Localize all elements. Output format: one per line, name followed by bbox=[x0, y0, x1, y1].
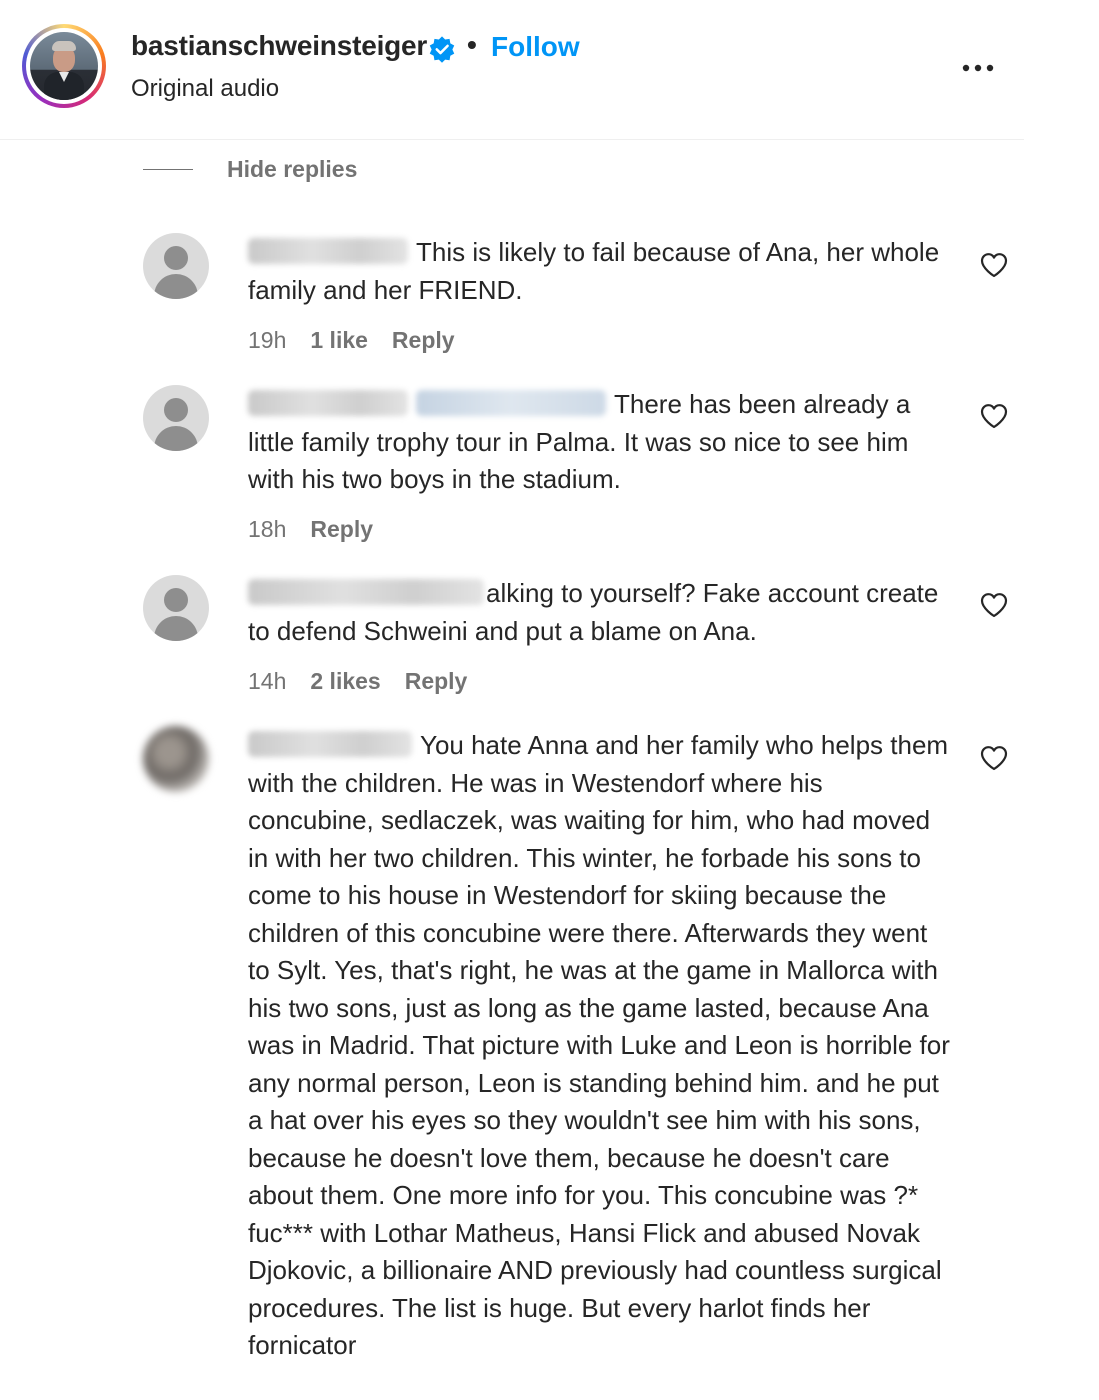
follow-button[interactable]: Follow bbox=[491, 31, 580, 63]
profile-avatar[interactable] bbox=[22, 24, 106, 108]
avatar-body-shape bbox=[154, 426, 198, 451]
comment-text: This is likely to fail because of Ana, h… bbox=[248, 234, 948, 309]
default-avatar-icon[interactable] bbox=[143, 233, 209, 299]
blurred-username[interactable] bbox=[248, 238, 408, 264]
comment-meta: 14h 2 likes Reply bbox=[248, 668, 467, 695]
more-options-icon[interactable] bbox=[958, 48, 998, 88]
username-link[interactable]: bastianschweinsteiger bbox=[131, 30, 427, 62]
post-header: bastianschweinsteiger • Follow Original … bbox=[0, 0, 1024, 140]
comment-meta: 19h 1 like Reply bbox=[248, 327, 455, 354]
blurred-mention[interactable] bbox=[416, 390, 606, 416]
avatar-body-shape bbox=[154, 274, 198, 299]
user-avatar[interactable] bbox=[143, 726, 209, 792]
comment-text: alking to yourself? Fake account create … bbox=[248, 575, 948, 650]
avatar-head-shape bbox=[164, 246, 188, 270]
verified-badge-icon bbox=[429, 36, 455, 63]
heart-icon[interactable] bbox=[980, 592, 1008, 618]
heart-icon[interactable] bbox=[980, 403, 1008, 429]
comment-body: You hate Anna and her family who helps t… bbox=[248, 730, 950, 1360]
avatar-body-shape bbox=[154, 616, 198, 641]
audio-label[interactable]: Original audio bbox=[131, 75, 279, 103]
comment-time[interactable]: 18h bbox=[248, 516, 286, 543]
avatar-photo bbox=[30, 32, 98, 100]
comment-text: You hate Anna and her family who helps t… bbox=[248, 727, 953, 1365]
blurred-username[interactable] bbox=[248, 390, 408, 416]
header-separator: • bbox=[467, 29, 477, 60]
avatar-hair bbox=[52, 41, 76, 51]
hide-replies-line bbox=[143, 168, 193, 170]
comment-time[interactable]: 19h bbox=[248, 327, 286, 354]
comment-text: There has been already a little family t… bbox=[248, 386, 948, 499]
heart-icon[interactable] bbox=[980, 745, 1008, 771]
avatar-head-shape bbox=[164, 588, 188, 612]
blurred-username[interactable] bbox=[248, 579, 484, 605]
hide-replies-button[interactable]: Hide replies bbox=[143, 152, 357, 186]
comment-meta: 18h Reply bbox=[248, 516, 373, 543]
default-avatar-icon[interactable] bbox=[143, 385, 209, 451]
comment-likes[interactable]: 1 like bbox=[310, 327, 368, 354]
hide-replies-label: Hide replies bbox=[227, 155, 358, 182]
reply-button[interactable]: Reply bbox=[310, 516, 373, 543]
reply-button[interactable]: Reply bbox=[405, 668, 468, 695]
comment-time[interactable]: 14h bbox=[248, 668, 286, 695]
blurred-username[interactable] bbox=[248, 731, 412, 757]
reply-button[interactable]: Reply bbox=[392, 327, 455, 354]
avatar-ring-gap bbox=[26, 28, 102, 104]
avatar-head-shape bbox=[164, 398, 188, 422]
heart-icon[interactable] bbox=[980, 252, 1008, 278]
comment-likes[interactable]: 2 likes bbox=[310, 668, 380, 695]
default-avatar-icon[interactable] bbox=[143, 575, 209, 641]
